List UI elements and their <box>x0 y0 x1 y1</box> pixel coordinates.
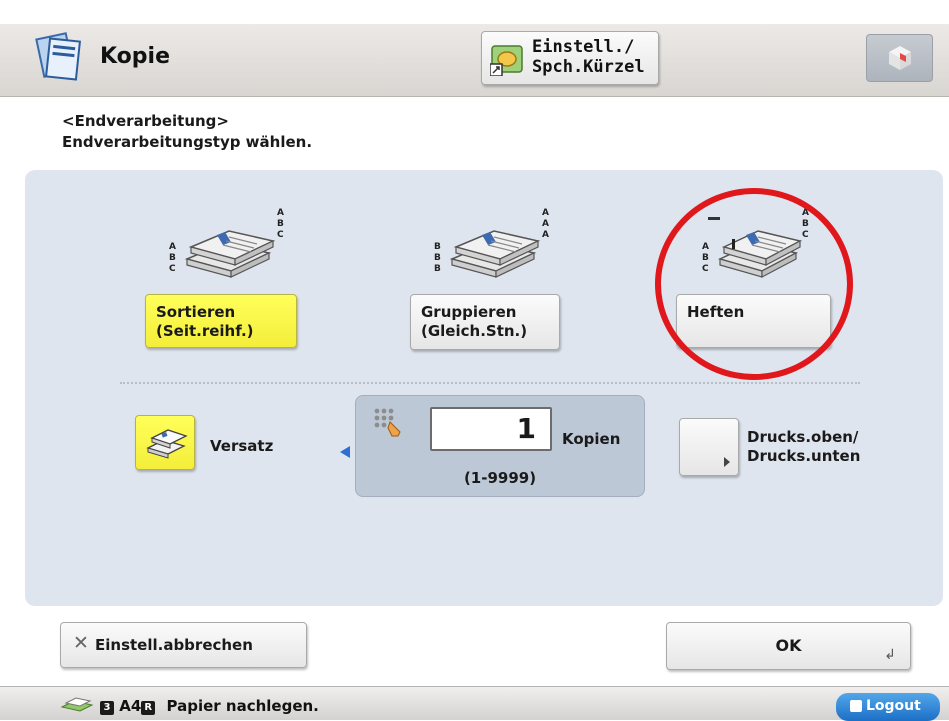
copies-range: (1-9999) <box>463 469 537 487</box>
group-option-label: Gruppieren (Gleich.Stn.) <box>421 303 528 340</box>
paper-size: A4 <box>119 697 142 715</box>
svg-text:A: A <box>542 219 549 229</box>
svg-text:B: B <box>434 242 441 252</box>
settings-shortcut-button[interactable]: Einstell./ Spch.Kürzel <box>481 31 659 85</box>
group-option-button[interactable]: Gruppieren (Gleich.Stn.) <box>410 294 560 350</box>
collate-stack-icon: ABC ABC <box>169 208 284 278</box>
return-icon: ↲ <box>884 647 896 663</box>
shortcut-label-line2: Spch.Kürzel <box>532 57 645 77</box>
group-stack-icon: BBB AAA <box>434 208 549 278</box>
logout-label: Logout <box>866 698 921 714</box>
top-margin <box>0 0 949 24</box>
tray-number-badge: 3 <box>100 701 114 715</box>
copies-unit: Kopien <box>562 430 621 448</box>
svg-text:B: B <box>434 264 441 274</box>
cancel-settings-button[interactable]: ✕ Einstell.abbrechen <box>60 622 307 668</box>
svg-text:C: C <box>169 264 176 274</box>
svg-text:A: A <box>277 208 284 218</box>
app-title: Kopie <box>100 44 170 69</box>
face-orientation-button[interactable] <box>679 418 739 476</box>
instruction-text: Endverarbeitungstyp wählen. <box>62 133 313 151</box>
keypad-icon[interactable] <box>372 406 408 440</box>
section-divider <box>120 382 860 384</box>
svg-text:B: B <box>169 253 176 263</box>
offset-button[interactable] <box>135 415 195 470</box>
collate-option-button[interactable]: Sortieren (Seit.reihf.) <box>145 294 297 348</box>
expand-arrow-icon <box>724 457 730 467</box>
svg-text:B: B <box>277 219 284 229</box>
offset-stack-icon <box>146 429 188 459</box>
settings-shortcut-icon <box>490 45 523 76</box>
section-title: <Endverarbeitung> <box>62 112 229 130</box>
svg-text:A: A <box>169 242 176 252</box>
highlight-circle <box>655 188 853 380</box>
offset-label: Versatz <box>210 437 274 455</box>
status-bar: 3 A4 R Papier nachlegen. Logout <box>0 686 949 721</box>
instructions: <Endverarbeitung> Endverarbeitungstyp wä… <box>62 111 312 153</box>
copies-input[interactable]: 1 <box>430 407 552 451</box>
logout-button[interactable]: Logout <box>836 693 940 721</box>
status-message-group: 3 A4 R Papier nachlegen. <box>100 697 319 715</box>
logout-icon <box>850 700 862 712</box>
arrow-left-icon <box>340 446 350 458</box>
copies-box: 1 Kopien (1-9999) <box>355 395 645 497</box>
copy-documents-icon <box>35 32 82 81</box>
close-icon: ✕ <box>73 632 89 654</box>
cancel-label: Einstell.abbrechen <box>95 636 253 654</box>
paper-orientation-badge: R <box>141 701 156 715</box>
header-bar: Kopie Einstell./ Spch.Kürzel <box>0 24 949 97</box>
cube-icon <box>889 46 911 70</box>
collate-option-label: Sortieren (Seit.reihf.) <box>156 303 254 340</box>
svg-text:A: A <box>542 208 549 218</box>
ok-button[interactable]: OK ↲ <box>666 622 911 670</box>
paper-tray-icon <box>60 697 94 712</box>
face-orientation-label: Drucks.oben/ Drucks.unten <box>747 428 861 465</box>
status-message: Papier nachlegen. <box>166 697 319 715</box>
shortcut-label-line1: Einstell./ <box>532 37 635 57</box>
svg-text:B: B <box>434 253 441 263</box>
svg-text:A: A <box>542 230 549 240</box>
ok-label: OK <box>775 636 802 655</box>
svg-text:C: C <box>277 230 284 240</box>
cube-button[interactable] <box>866 34 933 82</box>
